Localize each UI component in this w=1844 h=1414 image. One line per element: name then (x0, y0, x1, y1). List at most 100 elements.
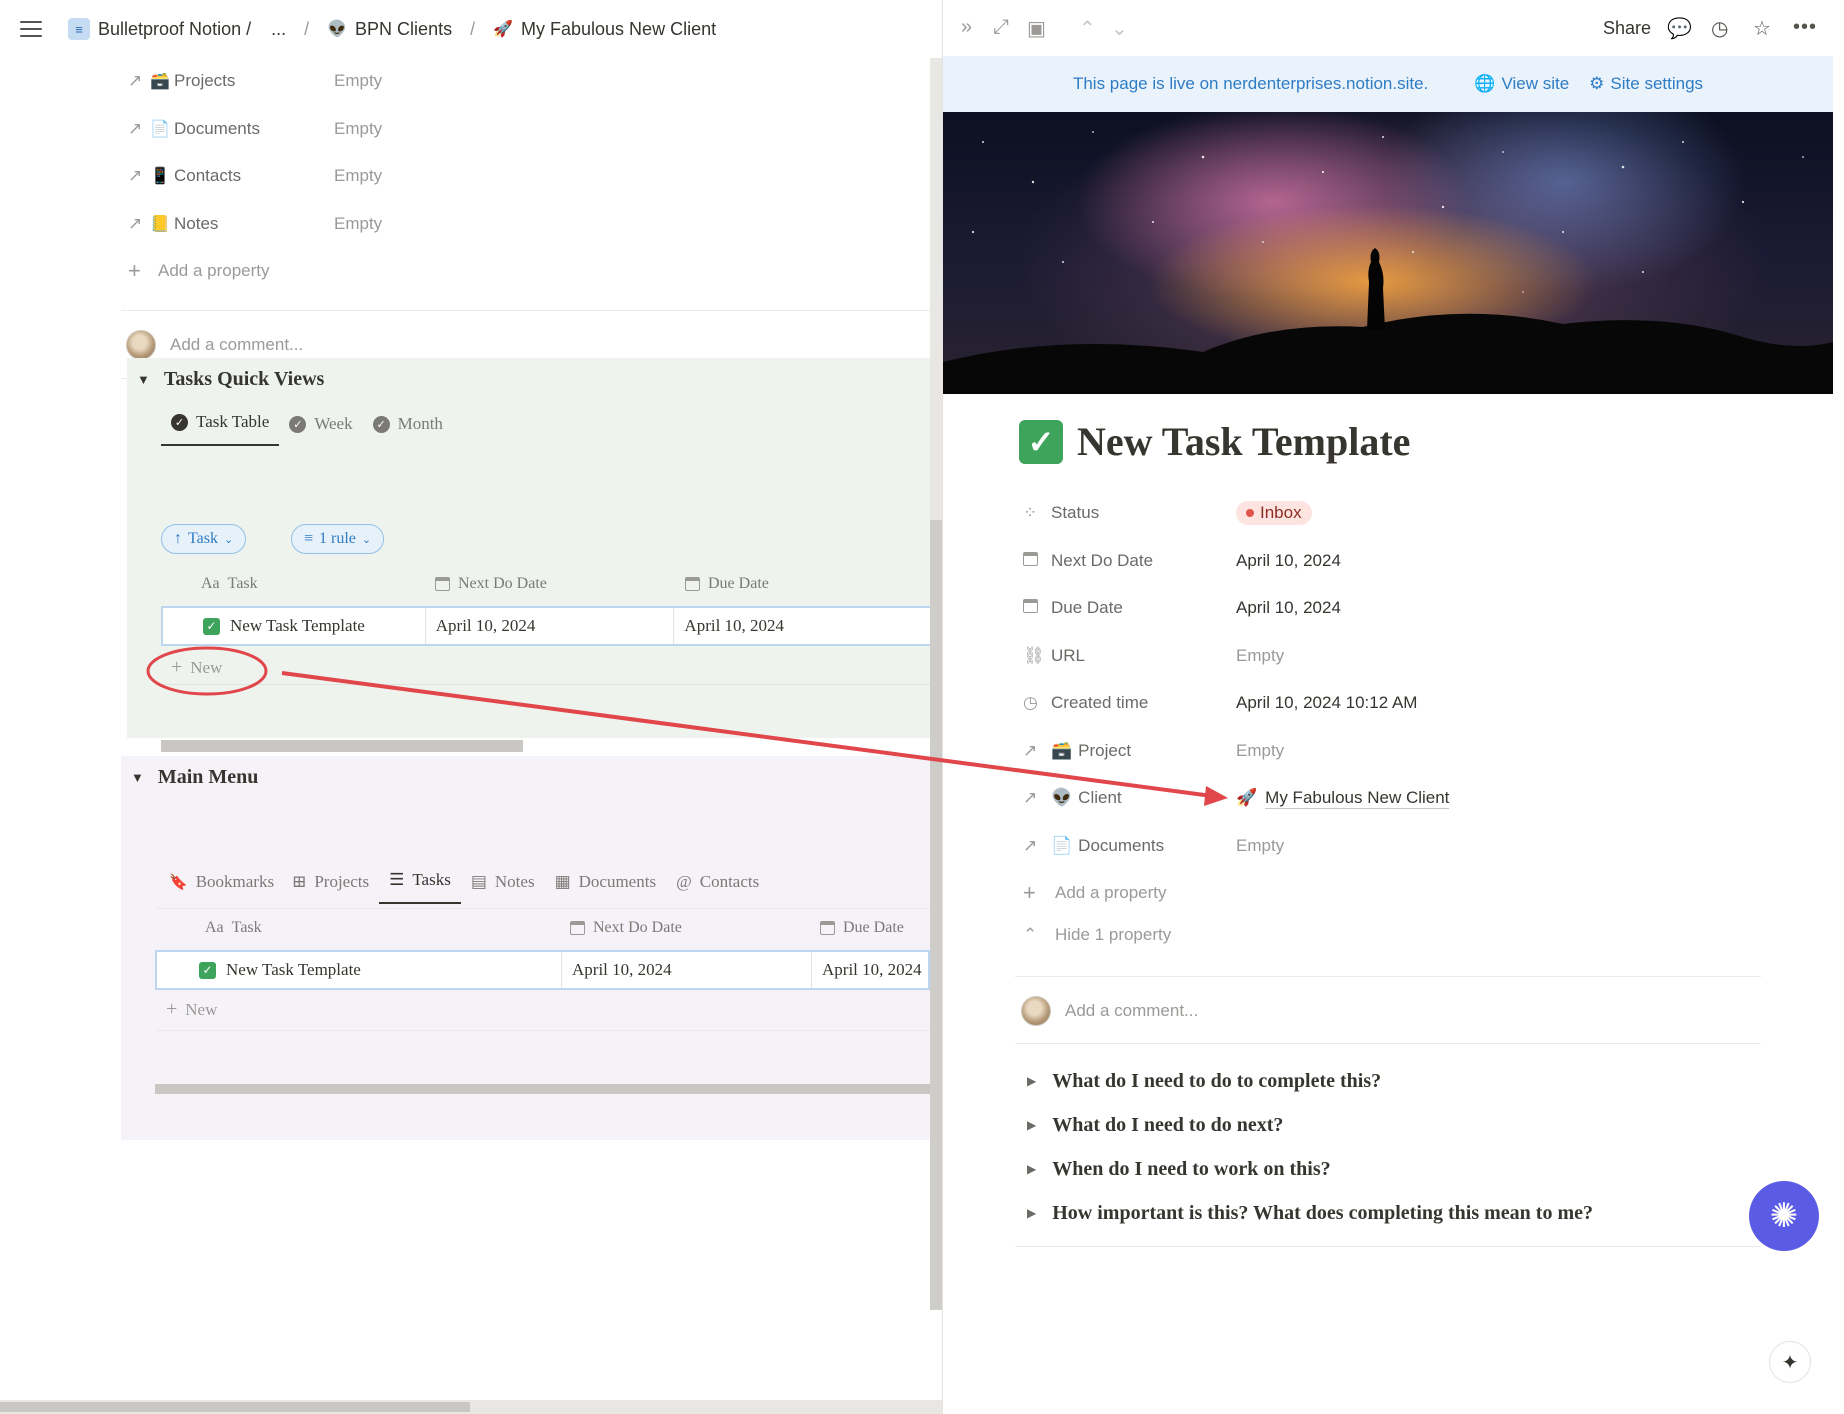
property-value[interactable]: Empty (1236, 836, 1284, 856)
add-property-button[interactable]: + Add a property (1023, 873, 1167, 913)
cell-task[interactable]: ✓ New Task Template (163, 608, 426, 644)
site-settings-link[interactable]: ⚙ Site settings (1589, 74, 1703, 94)
close-peek-icon[interactable]: » (961, 16, 972, 39)
toggle-triangle-icon[interactable]: ▼ (137, 372, 150, 388)
check-mark-icon[interactable]: ✓ (1019, 419, 1063, 464)
new-row-button[interactable]: + New (166, 998, 217, 1021)
cell-next-do-date[interactable]: April 10, 2024 (426, 608, 675, 644)
relation-arrow-icon: ↗ (128, 119, 143, 138)
tab-documents[interactable]: ▦ Documents (545, 872, 667, 904)
chevron-up-icon[interactable]: ⌃ (1079, 16, 1096, 41)
cover-image[interactable] (943, 112, 1833, 394)
property-value[interactable]: April 10, 2024 (1236, 551, 1341, 571)
property-client[interactable]: ↗ 👽 Client 🚀 My Fabulous New Client (1023, 778, 1450, 818)
table-row[interactable]: ✓ New Task Template April 10, 2024 April … (161, 606, 941, 646)
property-value[interactable]: Empty (1236, 741, 1284, 761)
page-title[interactable]: ✓ New Task Template (1019, 418, 1410, 465)
client-relation-link[interactable]: 🚀 My Fabulous New Client (1236, 788, 1450, 809)
toggle-triangle-icon[interactable]: ▶ (1027, 1162, 1036, 1177)
property-value[interactable]: Empty (334, 119, 382, 139)
cell-task[interactable]: ✓ New Task Template (157, 952, 562, 988)
breadcrumb-bulletproof-notion[interactable]: Bulletproof Notion / (98, 19, 251, 40)
tab-projects[interactable]: ⊞ Projects (282, 872, 379, 904)
property-value[interactable]: Empty (334, 166, 382, 186)
property-projects[interactable]: ↗ 🗃️ Projects Empty (128, 61, 382, 101)
tab-contacts[interactable]: @ Contacts (666, 872, 769, 904)
property-value[interactable]: April 10, 2024 (1236, 598, 1341, 618)
star-icon[interactable]: ☆ (1753, 16, 1771, 41)
hide-property-button[interactable]: ⌃ Hide 1 property (1023, 915, 1171, 955)
column-next-do-date[interactable]: Next Do Date (425, 575, 675, 593)
breadcrumb-current-page[interactable]: My Fabulous New Client (521, 19, 716, 40)
property-due-date[interactable]: Due Date April 10, 2024 (1023, 588, 1341, 628)
property-next-do-date[interactable]: Next Do Date April 10, 2024 (1023, 541, 1341, 581)
new-row-button[interactable]: + New (171, 656, 222, 679)
comment-box[interactable]: Add a comment... (1021, 996, 1198, 1026)
add-property-button[interactable]: + Add a property (128, 251, 270, 291)
filter-pill[interactable]: ≡ 1 rule ⌄ (291, 524, 385, 554)
comment-input[interactable]: Add a comment... (1065, 1001, 1198, 1021)
status-badge[interactable]: Inbox (1236, 501, 1312, 525)
side-peek-icon[interactable]: ▣ (1027, 16, 1046, 41)
tab-tasks[interactable]: ☰ Tasks (379, 870, 461, 904)
column-task[interactable]: Aa Task (161, 575, 425, 593)
horizontal-scrollbar[interactable] (155, 1084, 930, 1094)
checkbox-icon[interactable]: ✓ (203, 617, 220, 635)
comment-box[interactable]: Add a comment... (126, 330, 303, 360)
toggle-block[interactable]: ▶ What do I need to do to complete this? (1027, 1070, 1381, 1093)
toggle-block[interactable]: ▶ When do I need to work on this? (1027, 1158, 1331, 1181)
more-icon[interactable]: ••• (1793, 16, 1817, 39)
tab-task-table[interactable]: ✓ Task Table (161, 412, 280, 446)
property-created-time[interactable]: ◷ Created time April 10, 2024 10:12 AM (1023, 683, 1417, 723)
column-due-date[interactable]: Due Date (675, 575, 935, 593)
comments-icon[interactable]: 💬 (1667, 16, 1692, 41)
property-value[interactable]: Empty (334, 214, 382, 234)
chevron-down-icon: ⌄ (361, 533, 372, 546)
table-row[interactable]: ✓ New Task Template April 10, 2024 April … (155, 950, 930, 990)
history-icon[interactable]: ◷ (1711, 16, 1728, 41)
toggle-block[interactable]: ▶ How important is this? What does comple… (1027, 1202, 1593, 1225)
toggle-triangle-icon[interactable]: ▶ (1027, 1206, 1036, 1221)
comment-input[interactable]: Add a comment... (170, 335, 303, 355)
toggle-triangle-icon[interactable]: ▼ (131, 770, 144, 786)
toggle-triangle-icon[interactable]: ▶ (1027, 1118, 1036, 1133)
breadcrumb: ≡ Bulletproof Notion / ... / 👽 BPN Clien… (68, 18, 716, 40)
cell-next-do-date[interactable]: April 10, 2024 (562, 952, 812, 988)
property-url[interactable]: ⛓ URL Empty (1023, 636, 1284, 676)
property-status[interactable]: ⁘ Status Inbox (1023, 493, 1312, 533)
tab-month[interactable]: ✓ Month (363, 414, 453, 446)
property-value[interactable]: Empty (334, 71, 382, 91)
vertical-scrollbar[interactable] (930, 520, 942, 1310)
share-button[interactable]: Share (1603, 18, 1651, 39)
property-project[interactable]: ↗ 🗃️ Project Empty (1023, 731, 1284, 771)
breadcrumb-ellipsis[interactable]: ... (271, 19, 286, 40)
property-value[interactable]: Empty (1236, 646, 1284, 666)
sidebar-menu-icon[interactable] (20, 21, 42, 37)
cell-due-date[interactable]: April 10, 2024 (812, 952, 928, 988)
column-next-do-date[interactable]: Next Do Date (560, 919, 810, 937)
tasks-quick-views-toggle[interactable]: ▼ Tasks Quick Views (137, 368, 324, 391)
ai-assistant-button[interactable]: ✺ (1749, 1181, 1819, 1251)
tab-notes[interactable]: ▤ Notes (461, 872, 545, 904)
property-documents[interactable]: ↗ 📄 Documents Empty (128, 109, 382, 149)
chevron-down-icon[interactable]: ⌄ (1111, 16, 1128, 41)
cell-due-date[interactable]: April 10, 2024 (674, 608, 939, 644)
property-notes[interactable]: ↗ 📒 Notes Empty (128, 204, 382, 244)
tab-bookmarks[interactable]: 🔖 Bookmarks (159, 872, 282, 904)
toggle-triangle-icon[interactable]: ▶ (1027, 1074, 1036, 1089)
column-due-date[interactable]: Due Date (810, 919, 930, 937)
checkbox-icon[interactable]: ✓ (199, 961, 216, 979)
view-site-link[interactable]: 🌐 View site (1474, 74, 1569, 94)
bottom-scrollbar[interactable] (0, 1402, 470, 1412)
expand-icon[interactable]: ⤢ (993, 16, 1009, 39)
toggle-block[interactable]: ▶ What do I need to do next? (1027, 1114, 1283, 1137)
main-menu-toggle[interactable]: ▼ Main Menu (131, 766, 258, 789)
horizontal-scrollbar[interactable] (161, 740, 523, 752)
property-documents[interactable]: ↗ 📄 Documents Empty (1023, 826, 1284, 866)
breadcrumb-bpn-clients[interactable]: BPN Clients (355, 19, 452, 40)
property-contacts[interactable]: ↗ 📱 Contacts Empty (128, 156, 382, 196)
tab-week[interactable]: ✓ Week (279, 414, 362, 446)
column-task[interactable]: Aa Task (155, 919, 560, 937)
ai-sparkle-button[interactable]: ✦ (1769, 1341, 1811, 1383)
sort-pill[interactable]: ↑ Task ⌄ (161, 524, 247, 554)
